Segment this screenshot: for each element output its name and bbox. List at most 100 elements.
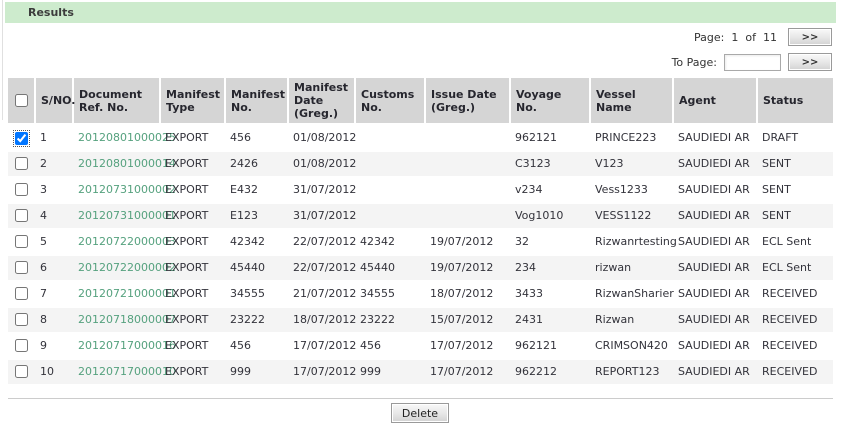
column-header-issue-date: Issue Date (Greg.) [425, 78, 510, 125]
document-ref-link[interactable]: 20120722000003 [78, 235, 176, 248]
cell-issue-date: 18/07/2012 [425, 281, 510, 307]
cell-voyage-no: 32 [510, 229, 590, 255]
column-header-customs-no: Customs No. [355, 78, 425, 125]
cell-customs-no [355, 151, 425, 177]
go-to-page-button[interactable]: >> [788, 53, 832, 71]
row-select-checkbox[interactable] [15, 261, 28, 274]
row-checkbox-cell [8, 125, 35, 151]
next-page-button[interactable]: >> [788, 28, 832, 46]
to-page-row: To Page: >> [672, 53, 832, 71]
cell-status: ECL Sent [757, 255, 833, 281]
table-row: 3 20120731000002 EXPORT E432 31/07/2012 … [8, 177, 833, 203]
cell-manifest-type: EXPORT [160, 203, 225, 229]
row-select-checkbox[interactable] [15, 183, 28, 196]
cell-voyage-no: 962212 [510, 359, 590, 385]
to-page-input[interactable] [724, 54, 781, 71]
cell-manifest-no: 2426 [225, 151, 288, 177]
cell-status: SENT [757, 203, 833, 229]
delete-button[interactable]: Delete [391, 403, 449, 423]
cell-agent: SAUDIEDI AR [673, 333, 757, 359]
cell-document-ref-no: 20120717000016 [73, 333, 160, 359]
cell-manifest-type: EXPORT [160, 151, 225, 177]
cell-vessel-name: VESS1122 [590, 203, 673, 229]
page-title: Results [5, 6, 74, 19]
table-row: 6 20120722000002 EXPORT 45440 22/07/2012… [8, 255, 833, 281]
cell-agent: SAUDIEDI AR [673, 359, 757, 385]
row-select-checkbox[interactable] [15, 287, 28, 300]
row-select-checkbox[interactable] [15, 157, 28, 170]
table-row: 4 20120731000001 EXPORT E123 31/07/2012 … [8, 203, 833, 229]
table-row: 2 20120801000014 EXPORT 2426 01/08/2012 … [8, 151, 833, 177]
cell-issue-date: 19/07/2012 [425, 255, 510, 281]
results-header-bar: Results [5, 2, 836, 23]
column-header-vessel-name: Vessel Name [590, 78, 673, 125]
row-select-checkbox[interactable] [15, 209, 28, 222]
select-all-checkbox[interactable] [15, 94, 28, 107]
cell-issue-date [425, 177, 510, 203]
cell-status: DRAFT [757, 125, 833, 151]
cell-document-ref-no: 20120722000002 [73, 255, 160, 281]
cell-voyage-no: v234 [510, 177, 590, 203]
cell-manifest-type: EXPORT [160, 255, 225, 281]
document-ref-link[interactable]: 20120801000014 [78, 157, 176, 170]
row-select-checkbox[interactable] [15, 313, 28, 326]
cell-manifest-no: 34555 [225, 281, 288, 307]
column-header-voyage-no: Voyage No. [510, 78, 590, 125]
table-body: 1 20120801000025 EXPORT 456 01/08/2012 9… [8, 125, 833, 385]
cell-agent: SAUDIEDI AR [673, 151, 757, 177]
row-select-checkbox[interactable] [15, 365, 28, 378]
page-label: Page: [694, 31, 724, 44]
cell-agent: SAUDIEDI AR [673, 307, 757, 333]
cell-voyage-no: 962121 [510, 125, 590, 151]
table-row: 7 20120721000001 EXPORT 34555 21/07/2012… [8, 281, 833, 307]
row-checkbox-cell [8, 281, 35, 307]
cell-manifest-date: 22/07/2012 [288, 255, 355, 281]
cell-voyage-no: 962121 [510, 333, 590, 359]
document-ref-link[interactable]: 20120731000001 [78, 209, 176, 222]
cell-manifest-date: 22/07/2012 [288, 229, 355, 255]
cell-manifest-date: 31/07/2012 [288, 177, 355, 203]
document-ref-link[interactable]: 20120721000001 [78, 287, 176, 300]
cell-status: SENT [757, 177, 833, 203]
row-checkbox-cell [8, 333, 35, 359]
document-ref-link[interactable]: 20120731000002 [78, 183, 176, 196]
cell-document-ref-no: 20120731000002 [73, 177, 160, 203]
cell-manifest-no: 45440 [225, 255, 288, 281]
cell-document-ref-no: 20120801000014 [73, 151, 160, 177]
row-select-checkbox[interactable] [15, 132, 28, 145]
cell-voyage-no: 2431 [510, 307, 590, 333]
cell-document-ref-no: 20120721000001 [73, 281, 160, 307]
cell-voyage-no: 3433 [510, 281, 590, 307]
column-header-manifest-no: Manifest No. [225, 78, 288, 125]
document-ref-link[interactable]: 20120717000016 [78, 339, 176, 352]
cell-issue-date: 15/07/2012 [425, 307, 510, 333]
document-ref-link[interactable]: 20120718000007 [78, 313, 176, 326]
cell-sno: 6 [35, 255, 73, 281]
cell-customs-no: 23222 [355, 307, 425, 333]
cell-manifest-no: E432 [225, 177, 288, 203]
row-checkbox-cell [8, 255, 35, 281]
row-select-checkbox[interactable] [15, 339, 28, 352]
table-row: 5 20120722000003 EXPORT 42342 22/07/2012… [8, 229, 833, 255]
to-page-label: To Page: [672, 56, 717, 69]
cell-status: RECEIVED [757, 333, 833, 359]
document-ref-link[interactable]: 20120722000002 [78, 261, 176, 274]
cell-issue-date [425, 151, 510, 177]
row-select-checkbox[interactable] [15, 235, 28, 248]
cell-status: RECEIVED [757, 359, 833, 385]
cell-manifest-date: 17/07/2012 [288, 333, 355, 359]
cell-vessel-name: Vess1233 [590, 177, 673, 203]
cell-customs-no [355, 203, 425, 229]
document-ref-link[interactable]: 20120717000010 [78, 365, 176, 378]
cell-manifest-no: E123 [225, 203, 288, 229]
cell-vessel-name: CRIMSON420 [590, 333, 673, 359]
document-ref-link[interactable]: 20120801000025 [78, 131, 176, 144]
cell-manifest-no: 42342 [225, 229, 288, 255]
footer-divider [8, 398, 833, 399]
cell-manifest-type: EXPORT [160, 281, 225, 307]
cell-issue-date [425, 203, 510, 229]
cell-status: SENT [757, 151, 833, 177]
cell-sno: 8 [35, 307, 73, 333]
cell-document-ref-no: 20120722000003 [73, 229, 160, 255]
of-label: of [745, 31, 756, 44]
